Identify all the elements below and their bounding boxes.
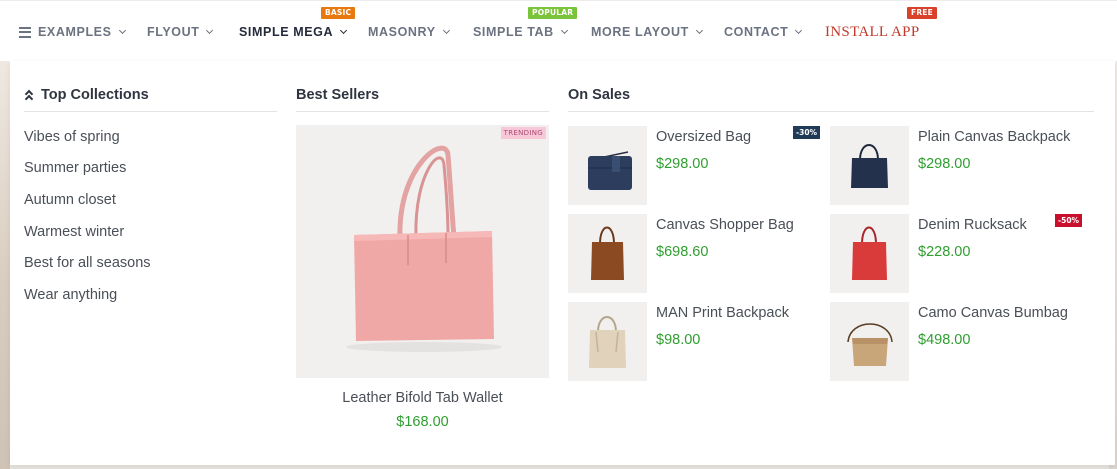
sale-product-image[interactable]	[568, 214, 647, 293]
sale-product-price: $228.00	[918, 244, 971, 260]
sale-product-card[interactable]: Camo Canvas Bumbag $498.00	[830, 302, 1085, 382]
on-sales-divider	[568, 111, 1094, 112]
discount-badge: -30%	[793, 126, 821, 139]
nav-badge-popular: POPULAR	[528, 7, 578, 19]
top-collections-divider	[24, 111, 277, 112]
sale-product-price: $498.00	[918, 332, 971, 348]
nav-item-label: SIMPLE MEGA	[239, 25, 334, 39]
best-seller-product-price: $168.00	[396, 414, 449, 430]
sale-product-card[interactable]: Denim Rucksack $228.00 -50%	[830, 214, 1085, 294]
nav-item-label: SIMPLE TAB	[473, 25, 554, 39]
nav-item-label: EXAMPLES	[38, 25, 112, 39]
beige-tote-bag-icon	[589, 316, 626, 368]
nav-badge-basic: BASIC	[321, 7, 356, 19]
sale-product-price: $298.00	[918, 156, 971, 172]
pink-tote-bag-icon	[346, 145, 502, 352]
double-chevron-up-icon	[24, 89, 34, 104]
mega-menu-panel: Top Collections Vibes of spring Summer p…	[10, 61, 1115, 465]
chevron-down-icon	[695, 26, 703, 35]
best-sellers-heading: Best Sellers	[296, 87, 379, 103]
collection-link[interactable]: Best for all seasons	[24, 255, 151, 271]
on-sales-title: On Sales	[568, 87, 631, 103]
sale-product-name[interactable]: Camo Canvas Bumbag	[918, 305, 1068, 321]
best-seller-product-name[interactable]: Leather Bifold Tab Wallet	[296, 390, 549, 406]
nav-item-label: INSTALL APP	[825, 24, 920, 40]
nav-item-simple-mega[interactable]: SIMPLE MEGA	[239, 25, 348, 39]
sale-product-image[interactable]	[830, 214, 909, 293]
sale-product-price: $98.00	[656, 332, 701, 348]
chevron-down-icon	[795, 26, 803, 35]
sale-product-name[interactable]: Denim Rucksack	[918, 217, 1027, 233]
discount-badge: -50%	[1055, 214, 1083, 227]
best-sellers-title: Best Sellers	[296, 87, 380, 103]
red-tote-bag-icon	[852, 226, 887, 280]
nav-item-examples[interactable]: EXAMPLES	[19, 25, 126, 39]
trending-tag: TRENDING	[500, 127, 546, 139]
collection-link[interactable]: Autumn closet	[24, 192, 116, 208]
chevron-down-icon	[340, 26, 348, 35]
nav-item-more-layout[interactable]: MORE LAYOUT	[591, 25, 703, 39]
sale-product-price: $298.00	[656, 156, 709, 172]
main-navbar: EXAMPLES FLYOUT SIMPLE MEGA BASIC MASONR…	[0, 0, 1117, 61]
navy-tote-bag-icon	[851, 144, 888, 188]
brown-tote-bag-icon	[591, 226, 624, 280]
sale-product-card[interactable]: Canvas Shopper Bag $698.60	[568, 214, 823, 294]
tan-bucket-bag-icon	[847, 323, 893, 366]
nav-item-label: MORE LAYOUT	[591, 25, 689, 39]
nav-item-label: FLYOUT	[147, 25, 200, 39]
navy-crossbody-bag-icon	[588, 151, 632, 190]
nav-item-label: CONTACT	[724, 25, 789, 39]
nav-item-contact[interactable]: CONTACT	[724, 25, 803, 39]
sale-product-image[interactable]	[830, 302, 909, 381]
nav-item-label: MASONRY	[368, 25, 436, 39]
chevron-down-icon	[206, 26, 214, 35]
nav-badge-free: FREE	[907, 7, 937, 19]
sale-product-name[interactable]: MAN Print Backpack	[656, 305, 789, 321]
sale-product-price: $698.60	[656, 244, 709, 260]
sale-product-image[interactable]	[830, 126, 909, 205]
sale-product-name[interactable]: Plain Canvas Backpack	[918, 129, 1070, 145]
best-seller-product-image[interactable]: TRENDING	[296, 125, 549, 378]
chevron-down-icon	[560, 26, 568, 35]
nav-item-masonry[interactable]: MASONRY	[368, 25, 450, 39]
sale-product-name[interactable]: Canvas Shopper Bag	[656, 217, 794, 233]
collection-link[interactable]: Vibes of spring	[24, 129, 120, 145]
sale-product-card[interactable]: MAN Print Backpack $98.00	[568, 302, 823, 382]
chevron-down-icon	[442, 26, 450, 35]
nav-item-simple-tab[interactable]: SIMPLE TAB	[473, 25, 568, 39]
nav-item-install-app[interactable]: INSTALL APP	[825, 24, 919, 41]
menu-icon	[19, 26, 31, 38]
nav-item-flyout[interactable]: FLYOUT	[147, 25, 214, 39]
top-collections-heading: Top Collections	[24, 87, 149, 104]
sale-product-image[interactable]	[568, 126, 647, 205]
collection-link[interactable]: Warmest winter	[24, 224, 124, 240]
chevron-down-icon	[118, 26, 126, 35]
top-collections-title: Top Collections	[41, 87, 149, 103]
page-backdrop-left	[0, 60, 10, 469]
collection-link[interactable]: Wear anything	[24, 287, 117, 303]
best-sellers-divider	[296, 111, 549, 112]
on-sales-heading: On Sales	[568, 87, 630, 103]
sale-product-name[interactable]: Oversized Bag	[656, 129, 751, 145]
collection-link[interactable]: Summer parties	[24, 160, 126, 176]
sale-product-image[interactable]	[568, 302, 647, 381]
sale-product-card[interactable]: Plain Canvas Backpack $298.00	[830, 126, 1085, 206]
sale-product-card[interactable]: Oversized Bag $298.00 -30%	[568, 126, 823, 206]
